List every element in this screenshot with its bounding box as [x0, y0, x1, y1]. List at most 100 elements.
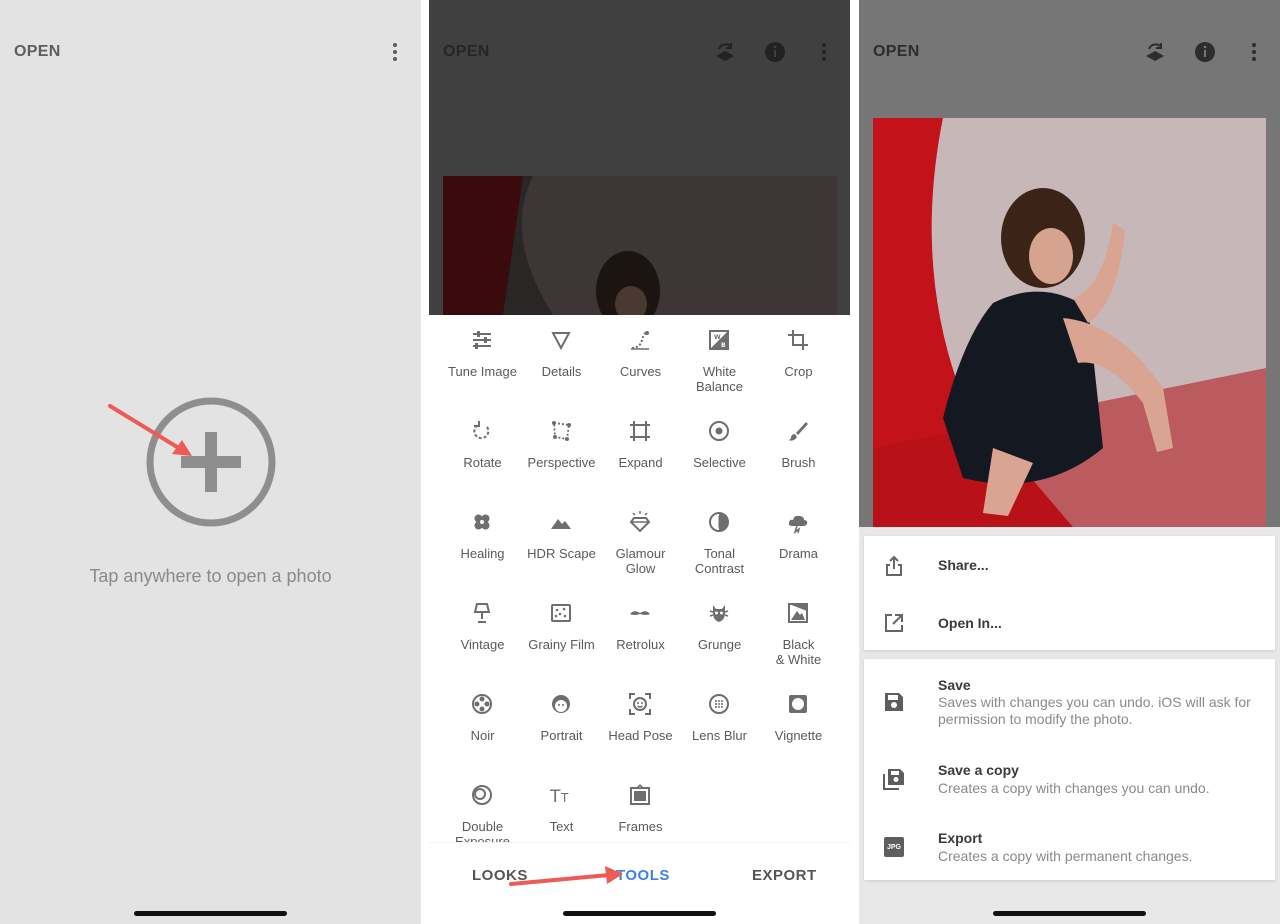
tool-hdr-scape[interactable]: HDR Scape	[522, 504, 601, 588]
open-button[interactable]: OPEN	[14, 43, 61, 61]
info-icon[interactable]	[1194, 40, 1216, 64]
tool-retrolux[interactable]: Retrolux	[601, 595, 680, 679]
save-copy-description: Creates a copy with changes you can undo…	[938, 780, 1210, 796]
tool-label: Lens Blur	[692, 728, 747, 743]
tool-black-white[interactable]: Black & White	[759, 595, 838, 679]
open-button[interactable]: OPEN	[443, 43, 490, 61]
save-title: Save	[938, 677, 971, 693]
tool-curves[interactable]: Curves	[601, 322, 680, 406]
expand-icon	[630, 421, 650, 441]
info-icon[interactable]	[764, 40, 786, 64]
save-copy-title: Save a copy	[938, 762, 1019, 778]
tool-healing[interactable]: Healing	[443, 504, 522, 588]
export-title: Export	[938, 830, 983, 846]
home-indicator	[563, 911, 716, 916]
open-in-icon	[885, 614, 903, 632]
save-copy-menu-item[interactable]: Save a copy Creates a copy with changes …	[864, 745, 1275, 813]
save-sheet: Save Saves with changes you can undo. iO…	[864, 659, 1275, 880]
tool-text[interactable]: T T Text	[522, 777, 601, 842]
tool-frames[interactable]: Frames	[601, 777, 680, 842]
tool-label: Details	[541, 364, 582, 379]
tap-to-open-prompt: Tap anywhere to open a photo	[89, 566, 332, 586]
text-icon: TT	[549, 787, 569, 807]
layers-stack-icon[interactable]	[714, 40, 736, 64]
share-menu-item[interactable]: Share...	[864, 536, 1275, 593]
jpg-badge-text: JPG	[886, 843, 901, 851]
tool-grainy-film[interactable]: Grainy Film	[522, 595, 601, 679]
tool-lens-blur[interactable]: Lens Blur	[680, 686, 759, 770]
tool-tonal-contrast[interactable]: Tonal Contrast	[680, 504, 759, 588]
rotate-icon	[473, 421, 490, 440]
details-triangle-icon	[551, 332, 571, 351]
vintage-icon	[473, 603, 491, 623]
tool-vintage[interactable]: Vintage	[443, 595, 522, 679]
vignette-icon	[789, 695, 807, 713]
tool-label: Brush	[781, 455, 816, 470]
tool-crop[interactable]: Crop	[759, 322, 838, 406]
tool-label: Vignette	[774, 728, 823, 743]
export-description: Creates a copy with permanent changes.	[938, 848, 1193, 864]
selective-icon	[709, 421, 729, 441]
layers-stack-icon[interactable]	[1144, 40, 1166, 64]
tool-perspective[interactable]: Perspective	[522, 413, 601, 497]
svg-text:W: W	[714, 334, 721, 341]
svg-text:B: B	[721, 342, 726, 349]
home-indicator	[993, 911, 1146, 916]
tools-screen: OPEN Tune Image Details Curves W B White Bala…	[429, 0, 850, 924]
share-sheet: Share... Open In...	[864, 536, 1275, 650]
crop-icon	[788, 330, 808, 350]
tool-glamour-glow[interactable]: Glamour Glow	[601, 504, 680, 588]
curves-icon	[631, 331, 649, 350]
tonal-contrast-icon	[709, 512, 729, 532]
tool-label: HDR Scape	[527, 546, 596, 561]
tool-label: Crop	[784, 364, 813, 379]
tool-drama[interactable]: Drama	[759, 504, 838, 588]
more-vert-icon[interactable]	[813, 40, 835, 64]
tool-label: Portrait	[540, 728, 583, 743]
home-indicator	[134, 911, 287, 916]
open-in-menu-item[interactable]: Open In...	[864, 593, 1275, 650]
share-label: Share...	[938, 557, 989, 573]
glamour-glow-icon	[629, 511, 651, 533]
tool-selective[interactable]: Selective	[680, 413, 759, 497]
tool-details[interactable]: Details	[522, 322, 601, 406]
photo-preview	[443, 176, 837, 315]
open-photo-screen[interactable]: OPEN Tap anywhere to open a photo	[0, 0, 421, 924]
tool-label: Frames	[618, 819, 663, 834]
noir-icon	[472, 694, 492, 714]
tool-head-pose[interactable]: Head Pose	[601, 686, 680, 770]
open-button[interactable]: OPEN	[873, 43, 920, 61]
tool-vignette[interactable]: Vignette	[759, 686, 838, 770]
tab-export[interactable]: EXPORT	[752, 867, 817, 884]
export-menu-item[interactable]: JPG Export Creates a copy with permanent…	[864, 813, 1275, 880]
tool-expand[interactable]: Expand	[601, 413, 680, 497]
tool-label: Glamour Glow	[615, 546, 666, 576]
save-menu-item[interactable]: Save Saves with changes you can undo. iO…	[864, 659, 1275, 745]
tool-brush[interactable]: Brush	[759, 413, 838, 497]
tool-portrait[interactable]: Portrait	[522, 686, 601, 770]
tool-label: Double Exposure	[455, 819, 510, 842]
more-vert-icon[interactable]	[384, 40, 406, 64]
tool-label: Vintage	[460, 637, 505, 652]
tool-white-balance[interactable]: W B White Balance	[680, 322, 759, 406]
tool-double-exposure[interactable]: Double Exposure	[443, 777, 522, 842]
head-pose-icon	[629, 693, 651, 715]
photo-preview	[873, 118, 1266, 527]
portrait-icon	[552, 695, 570, 713]
tool-tune-image[interactable]: Tune Image	[443, 322, 522, 406]
black-white-icon	[788, 603, 808, 623]
share-icon	[886, 555, 902, 576]
top-bar: OPEN	[859, 0, 1280, 104]
annotation-arrow	[509, 866, 623, 886]
tool-rotate[interactable]: Rotate	[443, 413, 522, 497]
svg-text:T: T	[560, 791, 569, 805]
tool-grunge[interactable]: Grunge	[680, 595, 759, 679]
tool-noir[interactable]: Noir	[443, 686, 522, 770]
tool-label: White Balance	[696, 364, 743, 394]
tool-label: Text	[549, 819, 574, 834]
more-vert-icon[interactable]	[1243, 40, 1265, 64]
healing-icon	[474, 514, 490, 530]
tool-label: Curves	[619, 364, 662, 379]
tool-label: Tune Image	[448, 364, 517, 379]
svg-text:T: T	[549, 787, 561, 807]
